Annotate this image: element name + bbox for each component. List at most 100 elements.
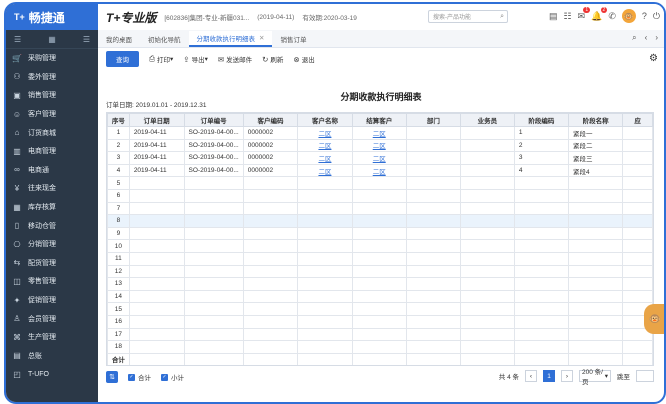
table-row[interactable]: 3 2019-04-11 SO-2019-04-00... 0000002 二区 二区 3 紧… [107, 151, 653, 165]
column-settings-icon[interactable]: ⇅ [106, 371, 118, 383]
send-mail-button[interactable]: ✉ 发送邮件 [218, 54, 252, 65]
company-name[interactable]: [602836]集团-专业-新疆031... [164, 12, 249, 22]
sidebar-item-label: 库存核算 [28, 204, 56, 212]
column-header[interactable]: 阶段名称 [567, 113, 624, 127]
tab-init-nav[interactable]: 初始化导航 [140, 31, 189, 47]
sidebar-item[interactable]: ⌂ 订货商城 [6, 123, 98, 142]
sidebar-item[interactable]: 🛒 采购管理 [6, 49, 98, 68]
bell-icon[interactable]: 🔔 2 [591, 6, 608, 22]
tab-my-desktop[interactable]: 我的桌面 [98, 31, 140, 47]
table-row[interactable]: 18 [107, 340, 653, 354]
sidebar-item[interactable]: ✦ 促销管理 [6, 291, 98, 310]
column-header[interactable]: 订单日期 [128, 113, 185, 127]
next-page-button[interactable]: › [561, 370, 573, 382]
sidebar-item[interactable]: ▤ 总账 [6, 347, 98, 366]
avatar[interactable]: 🐵 [621, 9, 636, 23]
power-icon[interactable]: ⏻ [653, 11, 660, 22]
export-button[interactable]: ⇪ 导出 ▾ [183, 54, 208, 65]
sidebar-item[interactable]: ♙ 会员管理 [6, 309, 98, 328]
collapse-icon[interactable]: ☰ [83, 35, 90, 44]
sidebar-item[interactable]: ¥ 往来现金 [6, 179, 98, 198]
sidebar-item[interactable]: ▦ 库存核算 [6, 198, 98, 217]
table-row[interactable]: 10 [107, 239, 653, 253]
help-icon[interactable]: ? [642, 11, 647, 21]
column-header[interactable]: 客户编码 [242, 113, 299, 127]
refresh-button[interactable]: ↻ 刷新 [262, 54, 283, 65]
table-row[interactable]: 5 [107, 176, 653, 190]
page-number[interactable]: 1 [543, 370, 555, 382]
table-row[interactable]: 16 [107, 314, 653, 329]
sidebar-item[interactable]: ∞ 电商通 [6, 161, 98, 180]
sidebar-item[interactable]: ⇆ 配货管理 [6, 254, 98, 273]
table-cell[interactable]: 二区 [297, 126, 353, 140]
subtotal-checkbox[interactable]: ✓ [161, 373, 168, 381]
column-header[interactable]: 业务员 [459, 113, 515, 127]
table-row[interactable]: 9 [107, 226, 653, 241]
column-header[interactable]: 结算客户 [351, 113, 407, 127]
table-row[interactable]: 8 [107, 214, 653, 228]
assistant-mascot-icon[interactable]: 🐵 [644, 304, 664, 334]
table-row[interactable]: 4 2019-04-11 SO-2019-04-00... 0000002 二区 二区 4 紧… [107, 163, 653, 178]
table-cell [405, 302, 461, 316]
table-row[interactable]: 7 [107, 201, 653, 216]
chevron-left-icon[interactable]: ‹ [645, 33, 648, 43]
column-header[interactable]: 应 [622, 113, 653, 127]
search-icon[interactable]: ⌕ [500, 13, 504, 21]
chevron-right-icon[interactable]: › [655, 33, 658, 43]
table-cell [622, 289, 653, 304]
sidebar-item[interactable]: ☺ 客户管理 [6, 105, 98, 124]
query-button[interactable]: 查询 [106, 51, 139, 67]
sidebar-item[interactable]: ◫ 零售管理 [6, 272, 98, 291]
page-size-select[interactable]: 200 条/页 ▾ [579, 369, 611, 386]
table-cell [567, 264, 624, 279]
calculator-icon[interactable]: ▤ [549, 11, 558, 22]
table-cell[interactable]: 二区 [351, 151, 407, 165]
print-button[interactable]: ⎙ 打印 ▾ [149, 54, 173, 64]
sidebar-item[interactable]: ▣ 销售管理 [6, 86, 98, 105]
column-header[interactable]: 阶段编码 [513, 113, 569, 127]
table-cell: 0000002 [242, 151, 299, 165]
table-cell[interactable]: 二区 [297, 163, 353, 178]
tab-sales-order[interactable]: 销售订单 [272, 31, 314, 47]
table-cell[interactable]: 二区 [297, 138, 353, 153]
table-row[interactable]: 15 [107, 302, 653, 316]
phone-icon[interactable]: ✆ [608, 11, 616, 22]
table-row[interactable]: 1 2019-04-11 SO-2019-04-00... 0000002 二区 二区 1 紧… [107, 126, 653, 140]
sidebar-item[interactable]: ◰ T-UFO [6, 365, 98, 384]
table-cell: 9 [107, 226, 130, 241]
menu-list-icon[interactable]: ☰ [14, 35, 21, 44]
total-checkbox[interactable]: ✓ [128, 373, 135, 381]
search-icon[interactable]: ⌕ [632, 33, 636, 43]
table-row[interactable]: 11 [107, 251, 653, 266]
table-cell[interactable]: 二区 [351, 126, 407, 140]
close-icon[interactable]: ✕ [259, 34, 264, 42]
search-input[interactable]: 搜索-产品功能 ⌕ [428, 10, 508, 23]
prev-page-button[interactable]: ‹ [525, 370, 537, 382]
data-grid[interactable]: 序号 订单日期 订单编号 客户编码 客户名称 结算客户 部门 业务员 阶段编码 阶段名称应 1 20… [106, 112, 654, 366]
tab-installment-detail[interactable]: 分期收款执行明细表 ✕ [188, 31, 273, 47]
table-row[interactable]: 13 [107, 277, 653, 291]
sidebar-item[interactable]: ▥ 电商管理 [6, 142, 98, 161]
filter-icon[interactable]: ☷ [563, 11, 571, 22]
table-row[interactable]: 17 [107, 327, 653, 342]
column-header[interactable]: 部门 [405, 113, 461, 127]
gear-icon[interactable]: ⚙ [649, 53, 658, 64]
column-header[interactable]: 订单编号 [183, 113, 244, 127]
column-header[interactable]: 序号 [107, 113, 130, 127]
table-row[interactable]: 14 [107, 289, 653, 304]
grid-icon[interactable]: ▦ [48, 35, 56, 44]
sidebar-item[interactable]: ⎔ 分销管理 [6, 235, 98, 254]
message-icon[interactable]: ✉ 1 [578, 6, 591, 22]
table-row[interactable]: 12 [107, 264, 653, 279]
table-row[interactable]: 6 [107, 188, 653, 203]
table-cell[interactable]: 二区 [351, 163, 407, 178]
column-header[interactable]: 客户名称 [297, 113, 353, 127]
table-row[interactable]: 2 2019-04-11 SO-2019-04-00... 0000002 二区 二区 2 紧… [107, 138, 653, 153]
goto-input[interactable] [636, 370, 654, 382]
sidebar-item[interactable]: ▯ 移动仓管 [6, 216, 98, 235]
table-cell[interactable]: 二区 [297, 151, 353, 165]
sidebar-item[interactable]: ⌘ 生产管理 [6, 328, 98, 347]
exit-button[interactable]: ⊗ 退出 [293, 54, 314, 65]
sidebar-item[interactable]: ⚇ 委外管理 [6, 68, 98, 87]
table-cell[interactable]: 二区 [351, 138, 407, 153]
